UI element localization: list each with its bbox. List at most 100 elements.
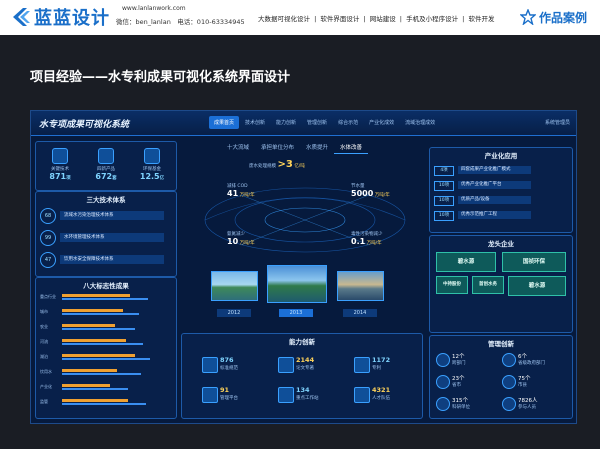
tab-demo[interactable]: 综合示范	[333, 116, 363, 129]
tab-basin[interactable]: 流域治理成效	[400, 116, 440, 129]
mgmt-stat: 12个 跨部门	[436, 352, 486, 368]
logo-text: 蓝蓝设计	[34, 8, 110, 29]
year-label[interactable]: 2013	[279, 309, 313, 317]
panel-title: 龙头企业	[488, 240, 514, 248]
tab-tech[interactable]: 技术创新	[240, 116, 270, 129]
book-icon	[278, 357, 294, 373]
photo-2012[interactable]	[211, 271, 258, 301]
indicator-bar-a	[62, 384, 111, 387]
nav-item-website[interactable]: 网站建设	[370, 15, 396, 23]
headline-metric: 废水处理规模 >3 亿/吨	[249, 159, 305, 170]
indicator-bar-b	[62, 327, 135, 330]
industry-item[interactable]: 10项 优秀示范推广工程	[434, 211, 554, 221]
panel-title: 八大标志性成果	[83, 282, 129, 290]
indicators-panel: 八大标志性成果 重点行业 城市 农业 河流 湖泊 饮用水 产业化 监管	[35, 277, 177, 419]
indicator-category: 监管	[40, 399, 48, 404]
indicator-bar-b	[62, 357, 150, 360]
indicator-category: 农业	[40, 324, 48, 329]
nav-item-software-ui[interactable]: 软件界面设计	[320, 15, 359, 23]
indicator-row: 湖泊	[40, 354, 178, 362]
industry-item[interactable]: 10项 优秀产业化推广平台	[434, 181, 554, 191]
dashboard-tabs: 成果首页 技术创新 能力创新 管理创新 综合示范 产业化成效 流域治理成效	[209, 116, 441, 129]
nav-item-mobile[interactable]: 手机及小程序设计	[406, 15, 458, 23]
kpi-panel: 关键技术 871项 四新产品 672套 环保基金 12.5亿	[35, 141, 177, 191]
system-item[interactable]: 47 饮用水安全保障技术体系	[40, 252, 180, 268]
kpi-fund: 环保基金 12.5亿	[134, 148, 170, 181]
indicator-row: 河流	[40, 339, 178, 347]
metric-ammonia: 氨氮减少 10 万吨/年	[227, 232, 255, 246]
province-icon	[436, 375, 450, 389]
industry-item[interactable]: 4项 四套成果产业化推广模式	[434, 166, 554, 176]
kpi-value: 12.5亿	[139, 172, 165, 181]
indicator-category: 重点行业	[40, 294, 56, 299]
city-icon	[502, 375, 516, 389]
indicator-bar-b	[62, 372, 142, 375]
mgmt-stat: 6个 省级政府部门	[502, 352, 552, 368]
indicator-bar-a	[62, 354, 135, 357]
kpi-tech: 关键技术 871项	[42, 148, 78, 181]
top-nav: 大数据可视化设计 | 软件界面设计 | 网站建设 | 手机及小程序设计 | 软件…	[258, 13, 496, 23]
system-label: 饮用水安全保障技术体系	[60, 255, 164, 264]
photo-2014[interactable]	[337, 271, 384, 301]
site-url[interactable]: www.lanlanwork.com	[122, 5, 186, 12]
government-icon	[502, 353, 516, 367]
nav-separator: |	[462, 15, 465, 23]
enterprise-logo[interactable]: 国祯环保	[502, 252, 566, 272]
indicator-category: 湖泊	[40, 354, 48, 359]
indicator-bar-a	[62, 339, 126, 342]
star-icon	[520, 9, 536, 25]
system-item[interactable]: 99 水环境管理技术体系	[40, 230, 180, 246]
panel-title: 产业化应用	[484, 152, 518, 160]
indicator-category: 城市	[40, 309, 48, 314]
system-label: 流域水污染治理技术体系	[60, 211, 164, 220]
logo-icon	[13, 8, 30, 26]
tab-management[interactable]: 管理创新	[302, 116, 332, 129]
indicator-row: 重点行业	[40, 294, 178, 302]
indicator-bar-b	[62, 342, 144, 345]
cases-link[interactable]: 作品案例	[539, 9, 587, 26]
tab-industry[interactable]: 产业化成效	[364, 116, 399, 129]
year-label[interactable]: 2014	[343, 309, 377, 317]
photo-2013[interactable]	[267, 265, 327, 303]
tab-quality[interactable]: 水质提升	[300, 141, 334, 154]
indicator-row: 城市	[40, 309, 178, 317]
stat-talent: 4321 人才队伍	[354, 386, 414, 404]
site-header: 蓝蓝设计 www.lanlanwork.com 微信：ben_lanlan 电话…	[0, 0, 600, 35]
enterprise-logo[interactable]: 碧水源	[436, 252, 496, 272]
kpi-products: 四新产品 672套	[88, 148, 124, 181]
system-item[interactable]: 68 流域水污染治理技术体系	[40, 208, 180, 224]
indicator-category: 产业化	[40, 384, 52, 389]
indicator-bar-b	[62, 402, 146, 405]
dashboard-screenshot: 水专项成果可视化系统 成果首页 技术创新 能力创新 管理创新 综合示范 产业化成…	[30, 110, 577, 424]
nav-separator: |	[363, 15, 366, 23]
industry-panel: 产业化应用 4项 四套成果产业化推广模式 10项 优秀产业化推广平台 10项 优…	[429, 147, 573, 233]
tab-water-body[interactable]: 水体改善	[334, 141, 369, 154]
indicator-category: 河流	[40, 339, 48, 344]
metric-toxic: 毒性污染物减少 0.1 万吨/年	[351, 232, 383, 246]
tab-capability[interactable]: 能力创新	[271, 116, 301, 129]
stat-patents: 1172 专利	[354, 356, 414, 374]
people-icon	[436, 353, 450, 367]
year-label[interactable]: 2012	[217, 309, 251, 317]
industry-item[interactable]: 10项 优质产品/设备	[434, 196, 554, 206]
indicator-bar-a	[62, 324, 115, 327]
nav-item-dataviz[interactable]: 大数据可视化设计	[258, 15, 310, 23]
user-menu[interactable]: 系统管理员	[545, 119, 570, 126]
stat-platforms: 91 管理平台	[202, 386, 262, 404]
tab-units[interactable]: 承担单位分布	[255, 141, 300, 154]
tab-home[interactable]: 成果首页	[209, 116, 240, 129]
tab-ten-basins[interactable]: 十大流域	[221, 141, 255, 154]
patent-icon	[354, 357, 370, 373]
enterprise-logo[interactable]: 中持股份	[436, 276, 468, 294]
kpi-value: 672套	[95, 172, 117, 181]
nav-item-software-dev[interactable]: 软件开发	[468, 15, 494, 23]
indicator-row: 监管	[40, 399, 178, 407]
product-icon	[98, 148, 114, 164]
system-label: 水环境管理技术体系	[60, 233, 164, 242]
indicator-bar-b	[62, 387, 128, 390]
stat-papers: 2144 论文专著	[278, 356, 338, 374]
system-count: 99	[40, 230, 56, 246]
enterprise-logo[interactable]: 首创水务	[472, 276, 504, 294]
station-icon	[278, 387, 294, 403]
enterprise-logo[interactable]: 碧水源	[508, 276, 566, 296]
